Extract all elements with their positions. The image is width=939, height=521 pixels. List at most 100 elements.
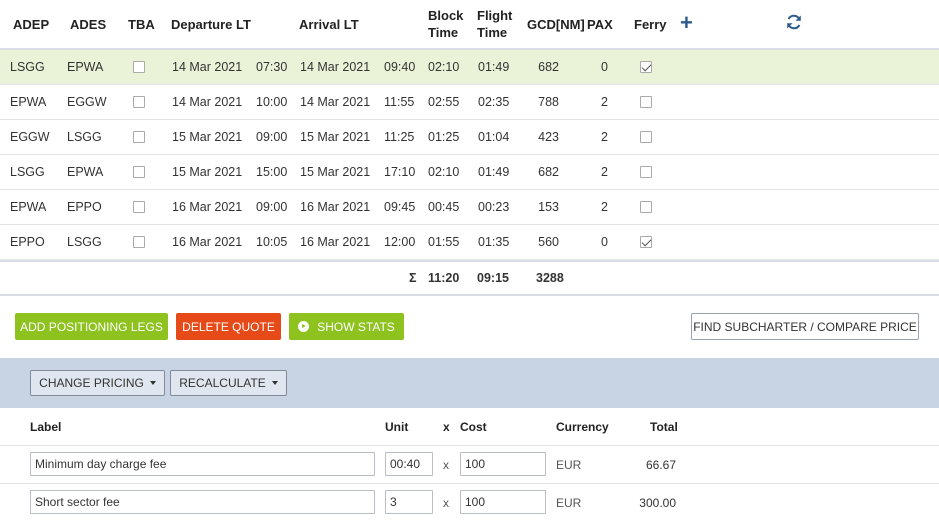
pricing-currency: EUR bbox=[556, 495, 582, 510]
leg-adep: LSGG bbox=[10, 165, 45, 179]
add-positioning-legs-button[interactable]: ADD POSITIONING LEGS bbox=[15, 313, 168, 340]
header-block-time-line1: Block bbox=[428, 8, 464, 23]
leg-arrival-date: 14 Mar 2021 bbox=[300, 60, 371, 74]
ferry-checkbox[interactable] bbox=[640, 61, 652, 73]
leg-adep: LSGG bbox=[10, 60, 45, 74]
leg-gcd: 423 bbox=[538, 130, 559, 144]
leg-departure-time: 07:30 bbox=[256, 60, 288, 74]
pricing-unit-input[interactable] bbox=[385, 490, 433, 514]
leg-block-time: 00:45 bbox=[428, 200, 460, 214]
leg-block-time: 02:10 bbox=[428, 60, 460, 74]
leg-pax: 2 bbox=[601, 95, 608, 109]
leg-flight-time: 01:04 bbox=[478, 130, 510, 144]
ferry-checkbox[interactable] bbox=[640, 131, 652, 143]
plus-icon[interactable]: + bbox=[680, 12, 694, 34]
leg-pax: 2 bbox=[601, 130, 608, 144]
sigma-symbol: Σ bbox=[409, 271, 417, 285]
leg-pax: 0 bbox=[601, 235, 608, 249]
find-subcharter-button[interactable]: FIND SUBCHARTER / COMPARE PRICE bbox=[691, 313, 919, 340]
leg-flight-time: 01:49 bbox=[478, 60, 510, 74]
leg-row[interactable]: EPPO LSGG 16 Mar 2021 10:05 16 Mar 2021 12:00… bbox=[0, 225, 939, 260]
leg-arrival-time: 09:40 bbox=[384, 60, 416, 74]
leg-arrival-date: 15 Mar 2021 bbox=[300, 130, 371, 144]
leg-ades: LSGG bbox=[67, 130, 102, 144]
tba-checkbox[interactable] bbox=[133, 201, 145, 213]
header-flight-time-line1: Flight bbox=[477, 8, 513, 23]
leg-gcd: 560 bbox=[538, 235, 559, 249]
header-arrival: Arrival LT bbox=[299, 16, 359, 32]
leg-gcd: 682 bbox=[538, 60, 559, 74]
ferry-checkbox[interactable] bbox=[640, 96, 652, 108]
leg-departure-date: 16 Mar 2021 bbox=[172, 235, 243, 249]
refresh-icon[interactable] bbox=[785, 13, 803, 31]
tba-checkbox[interactable] bbox=[133, 166, 145, 178]
pricing-currency: EUR bbox=[556, 457, 582, 472]
recalculate-label: RECALCULATE bbox=[179, 376, 266, 390]
leg-arrival-date: 16 Mar 2021 bbox=[300, 235, 371, 249]
pricing-unit-input[interactable] bbox=[385, 452, 433, 476]
change-pricing-dropdown[interactable]: CHANGE PRICING bbox=[30, 370, 165, 396]
pricing-header-currency: Currency bbox=[556, 419, 609, 434]
leg-gcd: 153 bbox=[538, 200, 559, 214]
pricing-total: 66.67 bbox=[645, 457, 676, 472]
leg-pax: 0 bbox=[601, 60, 608, 74]
tba-checkbox[interactable] bbox=[133, 61, 145, 73]
show-stats-button[interactable]: SHOW STATS bbox=[289, 313, 404, 340]
pricing-total: 300.00 bbox=[639, 495, 676, 510]
pricing-row: x EUR 300.00 bbox=[0, 484, 939, 521]
leg-flight-time: 01:49 bbox=[478, 165, 510, 179]
leg-flight-time: 01:35 bbox=[478, 235, 510, 249]
show-stats-label: SHOW STATS bbox=[317, 319, 395, 334]
leg-row[interactable]: LSGG EPWA 15 Mar 2021 15:00 15 Mar 2021 17:10… bbox=[0, 155, 939, 190]
tba-checkbox[interactable] bbox=[133, 96, 145, 108]
delete-quote-button[interactable]: DELETE QUOTE bbox=[176, 313, 281, 340]
leg-departure-time: 15:00 bbox=[256, 165, 288, 179]
leg-arrival-time: 09:45 bbox=[384, 200, 416, 214]
recalculate-dropdown[interactable]: RECALCULATE bbox=[170, 370, 287, 396]
ferry-checkbox[interactable] bbox=[640, 201, 652, 213]
leg-departure-time: 09:00 bbox=[256, 200, 288, 214]
header-pax: PAX bbox=[587, 16, 613, 32]
pricing-header-label: Label bbox=[30, 419, 62, 434]
ferry-checkbox[interactable] bbox=[640, 166, 652, 178]
totals-row: Σ 11:20 09:15 3288 bbox=[0, 260, 939, 296]
pricing-row: x EUR 66.67 bbox=[0, 446, 939, 484]
leg-adep: EPWA bbox=[10, 95, 47, 109]
caret-down-icon bbox=[271, 381, 278, 385]
change-pricing-label: CHANGE PRICING bbox=[39, 376, 144, 390]
tba-checkbox[interactable] bbox=[133, 236, 145, 248]
leg-ades: EPPO bbox=[67, 200, 102, 214]
pricing-label-input[interactable] bbox=[30, 452, 375, 476]
total-flight-time: 09:15 bbox=[477, 271, 509, 285]
leg-departure-date: 16 Mar 2021 bbox=[172, 200, 243, 214]
header-block-time-line2: Time bbox=[428, 25, 459, 40]
leg-departure-time: 10:05 bbox=[256, 235, 288, 249]
pricing-label-input[interactable] bbox=[30, 490, 375, 514]
header-flight-time: Flight Time bbox=[477, 0, 512, 48]
caret-down-icon bbox=[149, 381, 156, 385]
leg-row[interactable]: EGGW LSGG 15 Mar 2021 09:00 15 Mar 2021 11:25… bbox=[0, 120, 939, 155]
leg-arrival-date: 15 Mar 2021 bbox=[300, 165, 371, 179]
leg-gcd: 788 bbox=[538, 95, 559, 109]
total-gcd: 3288 bbox=[536, 271, 564, 285]
leg-block-time: 02:10 bbox=[428, 165, 460, 179]
ferry-checkbox[interactable] bbox=[640, 236, 652, 248]
pricing-cost-input[interactable] bbox=[460, 490, 546, 514]
leg-adep: EPPO bbox=[10, 235, 45, 249]
leg-departure-date: 15 Mar 2021 bbox=[172, 165, 243, 179]
leg-flight-time: 02:35 bbox=[478, 95, 510, 109]
pricing-cost-input[interactable] bbox=[460, 452, 546, 476]
header-flight-time-line2: Time bbox=[477, 25, 508, 40]
pricing-header-cost: Cost bbox=[460, 419, 487, 434]
header-gcd: GCD[NM] bbox=[527, 16, 585, 32]
leg-ades: EPWA bbox=[67, 60, 104, 74]
leg-ades: EGGW bbox=[67, 95, 107, 109]
leg-row[interactable]: EPWA EPPO 16 Mar 2021 09:00 16 Mar 2021 09:45… bbox=[0, 190, 939, 225]
header-departure: Departure LT bbox=[171, 16, 251, 32]
leg-block-time: 01:25 bbox=[428, 130, 460, 144]
leg-adep: EPWA bbox=[10, 200, 47, 214]
tba-checkbox[interactable] bbox=[133, 131, 145, 143]
leg-row[interactable]: LSGG EPWA 14 Mar 2021 07:30 14 Mar 2021 09:40… bbox=[0, 50, 939, 85]
leg-arrival-time: 11:25 bbox=[384, 130, 415, 144]
leg-row[interactable]: EPWA EGGW 14 Mar 2021 10:00 14 Mar 2021 11:55… bbox=[0, 85, 939, 120]
